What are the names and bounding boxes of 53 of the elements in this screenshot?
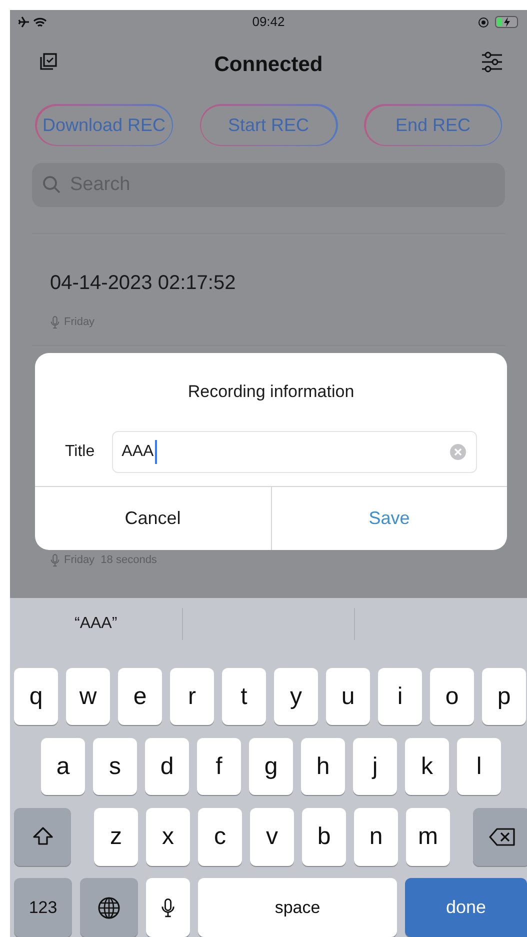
globe-key[interactable] bbox=[80, 878, 138, 937]
dialog-button[interactable]: Cancel bbox=[35, 487, 270, 550]
suggestion[interactable]: “AAA” bbox=[74, 612, 118, 636]
key[interactable]: x bbox=[146, 808, 190, 866]
key[interactable]: g bbox=[249, 738, 293, 795]
microphone-icon bbox=[50, 316, 60, 329]
key[interactable]: u bbox=[326, 668, 370, 725]
key[interactable]: p bbox=[482, 668, 526, 725]
dialog-title: Recording information bbox=[186, 381, 356, 403]
delete-key[interactable] bbox=[473, 808, 527, 866]
space-key[interactable]: space bbox=[198, 878, 397, 937]
key[interactable]: d bbox=[145, 738, 189, 795]
title-field[interactable]: AAA bbox=[112, 430, 477, 472]
recording-title: 04-14-2023 02:17:52 bbox=[50, 271, 237, 296]
key[interactable]: h bbox=[301, 738, 345, 795]
screen-title: Connected bbox=[214, 52, 323, 78]
key[interactable]: t bbox=[222, 668, 266, 725]
key[interactable]: b bbox=[302, 808, 346, 866]
key[interactable]: e bbox=[118, 668, 162, 725]
key[interactable]: y bbox=[274, 668, 318, 725]
battery-icon bbox=[495, 16, 519, 28]
key[interactable]: l bbox=[457, 738, 501, 795]
microphone-key[interactable] bbox=[146, 878, 190, 937]
key[interactable]: m bbox=[406, 808, 450, 866]
key[interactable]: j bbox=[353, 738, 397, 795]
sliders-icon[interactable] bbox=[481, 51, 503, 73]
shift-key[interactable] bbox=[14, 808, 71, 866]
search-icon bbox=[42, 175, 62, 195]
microphone-icon bbox=[161, 896, 175, 918]
microphone-icon bbox=[50, 554, 60, 567]
globe-icon bbox=[97, 896, 121, 920]
key[interactable]: k bbox=[405, 738, 449, 795]
done-key[interactable]: done bbox=[405, 878, 527, 937]
field-label: Title bbox=[65, 442, 95, 462]
status-time: 09:42 bbox=[252, 13, 285, 32]
key[interactable]: i bbox=[378, 668, 422, 725]
checklist-icon[interactable] bbox=[38, 52, 58, 72]
key[interactable]: r bbox=[170, 668, 214, 725]
key[interactable]: v bbox=[250, 808, 294, 866]
key[interactable]: w bbox=[66, 668, 110, 725]
key[interactable]: q bbox=[14, 668, 58, 725]
key[interactable]: o bbox=[430, 668, 474, 725]
key[interactable]: s bbox=[93, 738, 137, 795]
backspace-icon bbox=[488, 827, 516, 847]
key[interactable]: f bbox=[197, 738, 241, 795]
airplane-icon bbox=[18, 16, 30, 28]
key[interactable]: n bbox=[354, 808, 398, 866]
numbers-key[interactable]: 123 bbox=[14, 878, 72, 937]
key[interactable]: z bbox=[94, 808, 138, 866]
key[interactable]: a bbox=[41, 738, 85, 795]
key[interactable]: c bbox=[198, 808, 242, 866]
wifi-icon bbox=[33, 16, 47, 28]
orientation-lock-icon bbox=[478, 16, 489, 28]
